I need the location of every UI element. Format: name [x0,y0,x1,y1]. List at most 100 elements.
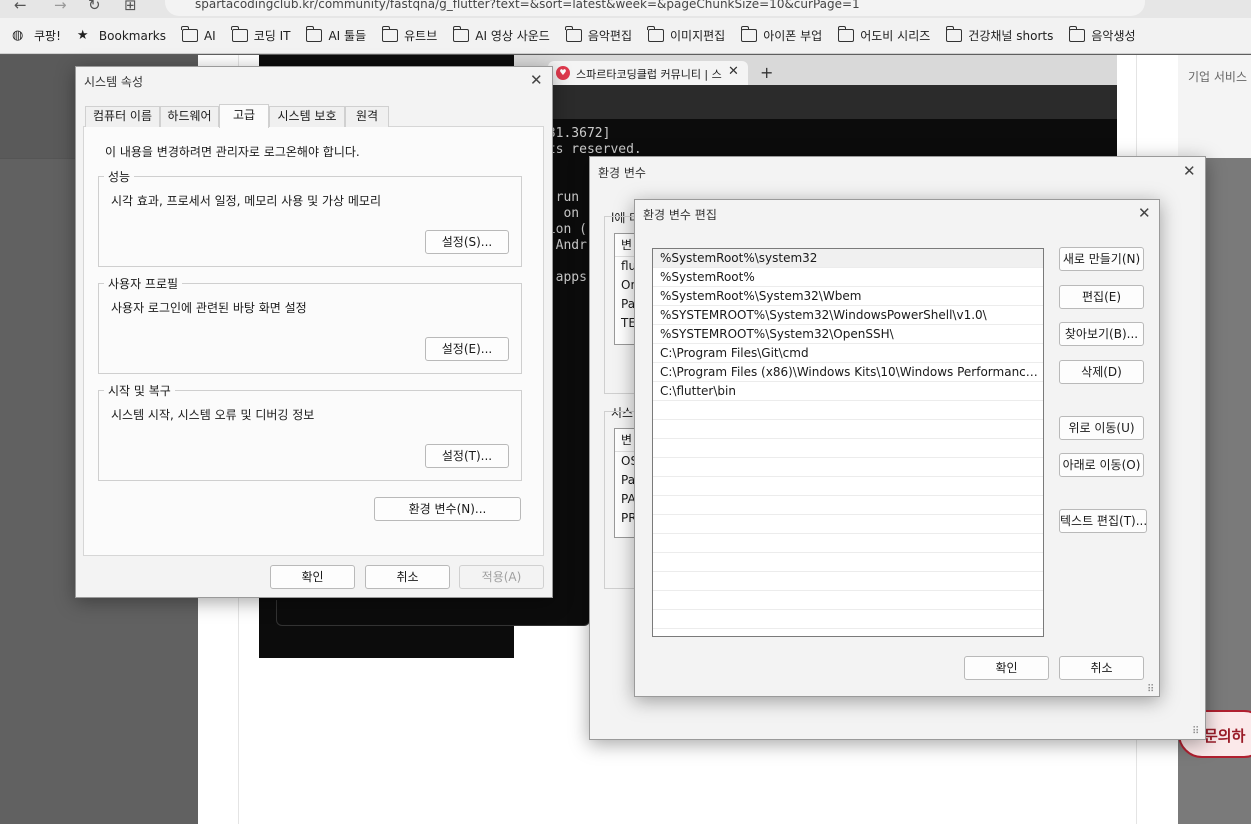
browser-tab[interactable]: ♥ 스파르타코딩클럽 커뮤니티 | 스 ✕ [548,61,748,85]
bookmark-label: Bookmarks [98,28,166,43]
close-icon[interactable]: ✕ [1183,162,1196,180]
resize-grip-icon[interactable]: ⠿ [1147,684,1154,695]
cancel-button[interactable]: 취소 [365,565,450,589]
path-entry-row[interactable]: %SystemRoot% [653,268,1043,287]
folder-icon [565,26,582,42]
path-entry-row[interactable] [653,439,1043,458]
bookmark-item[interactable]: 건강채널 shorts [945,26,1054,44]
path-entry-row[interactable] [653,420,1043,439]
browser-toolbar: ← → ↻ ⊞ spartacodingclub.kr/community/fa… [0,0,1251,18]
bookmark-item[interactable]: 유트브 [381,26,438,44]
path-entry-row[interactable]: %SYSTEMROOT%\System32\OpenSSH\ [653,325,1043,344]
user-profiles-settings-button[interactable]: 설정(E)... [425,337,509,361]
bookmark-item[interactable]: 이미지편집 [647,26,725,44]
tab-system-protection[interactable]: 시스템 보호 [269,106,345,127]
path-entry-row[interactable] [653,458,1043,477]
path-entry-row[interactable] [653,572,1043,591]
close-icon[interactable]: ✕ [530,71,543,89]
bookmark-label: 음악생성 [1091,29,1136,43]
path-entry-row[interactable]: C:\Program Files\Git\cmd [653,344,1043,363]
bookmark-item[interactable]: 음악편집 [565,26,632,44]
star-icon: ★ [76,28,89,43]
apps-icon[interactable]: ⊞ [124,0,137,14]
cancel-button[interactable]: 취소 [1059,656,1144,680]
favicon-icon: ♥ [556,66,570,80]
resize-grip-icon[interactable]: ⠿ [1192,726,1199,737]
path-entry-row[interactable] [653,553,1043,572]
tab-hardware[interactable]: 하드웨어 [160,106,219,127]
bookmark-label: AI [203,28,216,43]
folder-icon [740,26,758,42]
bookmark-label: 유트브 [404,29,438,43]
performance-desc: 시각 효과, 프로세서 일정, 메모리 사용 및 가상 메모리 [111,194,381,208]
startup-recovery-settings-button[interactable]: 설정(T)... [425,444,509,468]
move-down-button[interactable]: 아래로 이동(O) [1059,453,1144,477]
terminal-toolbar [514,85,1117,119]
reload-icon[interactable]: ↻ [88,0,101,14]
browse-button[interactable]: 찾아보기(B)... [1059,322,1144,346]
path-entry-row[interactable]: C:\Program Files (x86)\Windows Kits\10\W… [653,363,1043,382]
environment-variables-button[interactable]: 환경 변수(N)... [374,497,521,521]
edit-text-button[interactable]: 텍스트 편집(T)... [1059,509,1147,533]
corp-service-link[interactable]: 기업 서비스 [1188,68,1247,85]
folder-icon [231,26,248,42]
path-entry-row[interactable] [653,401,1043,420]
path-entry-row[interactable] [653,534,1043,553]
bookmark-label: 음악편집 [587,29,632,43]
path-entry-row[interactable]: C:\flutter\bin [653,382,1043,401]
bookmark-item[interactable]: AI 툴들 [305,26,367,44]
new-button[interactable]: 새로 만들기(N) [1059,247,1144,271]
user-profiles-desc: 사용자 로그인에 관련된 바탕 화면 설정 [111,301,307,315]
path-entry-row[interactable]: %SystemRoot%\System32\Wbem [653,287,1043,306]
bookmark-item[interactable]: ★ Bookmarks [77,29,166,43]
apply-button[interactable]: 적용(A) [459,565,544,589]
bookmark-item[interactable]: 아이폰 부업 [740,26,822,44]
close-tab-icon[interactable]: ✕ [728,64,739,79]
bookmark-item[interactable]: ◍ 쿠팡! [12,27,61,44]
bookmark-label: AI 툴들 [328,29,367,43]
bookmark-item[interactable]: 음악생성 [1068,26,1136,44]
move-up-button[interactable]: 위로 이동(U) [1059,416,1144,440]
bookmark-item[interactable]: 어도비 시리즈 [837,26,930,44]
group-title-performance: 성능 [104,168,135,185]
path-entry-row[interactable]: %SYSTEMROOT%\System32\WindowsPowerShell\… [653,306,1043,325]
globe-icon: ◍ [12,28,24,43]
ok-button[interactable]: 확인 [270,565,355,589]
bookmark-item[interactable]: 코딩 IT [231,26,291,44]
bookmark-label: 건강채널 shorts [968,29,1054,43]
bookmark-label: 코딩 IT [253,29,291,43]
address-bar[interactable]: spartacodingclub.kr/community/fastqna/g_… [165,0,1145,16]
back-icon[interactable]: ← [14,0,27,14]
edit-button[interactable]: 편집(E) [1059,285,1144,309]
group-title-startup-recovery: 시작 및 복구 [104,382,175,399]
new-tab-icon[interactable]: + [760,63,773,82]
folder-icon [305,26,323,42]
performance-settings-button[interactable]: 설정(S)... [425,230,509,254]
delete-button[interactable]: 삭제(D) [1059,360,1144,384]
close-icon[interactable]: ✕ [1138,204,1151,222]
ok-button[interactable]: 확인 [964,656,1049,680]
forward-icon[interactable]: → [54,0,67,14]
bookmark-label: 쿠팡! [34,29,61,43]
path-entry-row[interactable] [653,496,1043,515]
path-entry-row[interactable] [653,591,1043,610]
folder-icon [181,26,198,42]
group-title-user-profiles: 사용자 프로필 [104,275,183,292]
path-entry-row[interactable] [653,477,1043,496]
dialog-title: 환경 변수 [598,166,646,180]
path-entry-row[interactable] [653,515,1043,534]
dialog-title: 환경 변수 편집 [643,208,717,222]
startup-recovery-desc: 시스템 시작, 시스템 오류 및 디버깅 정보 [111,408,315,422]
terminal-line: 531.3672] [540,126,611,141]
bookmark-item[interactable]: AI 영상 사운드 [452,26,550,44]
tab-remote[interactable]: 원격 [345,106,389,127]
bookmark-item[interactable]: AI [181,26,216,43]
tab-advanced[interactable]: 고급 [219,104,269,128]
tab-computer-name[interactable]: 컴퓨터 이름 [85,106,160,127]
bookmarks-bar: ◍ 쿠팡! ★ Bookmarks AI 코딩 IT AI 툴들 유트브 AI 영상 사운드 음악… [0,18,1251,54]
path-entry-row[interactable]: %SystemRoot%\system32 [653,249,1043,268]
path-entry-row[interactable] [653,610,1043,629]
folder-icon [945,26,963,42]
path-entries-list[interactable]: %SystemRoot%\system32 %SystemRoot% %System… [652,248,1044,637]
tab-title: 스파르타코딩클럽 커뮤니티 | 스 [576,68,722,81]
